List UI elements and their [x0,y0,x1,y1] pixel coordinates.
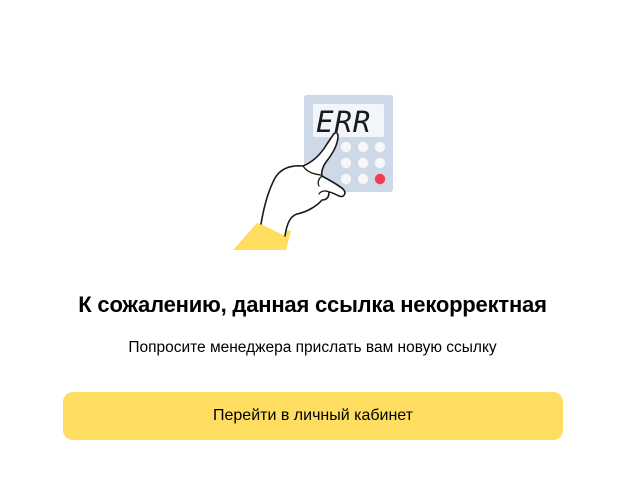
go-to-account-button[interactable]: Перейти в личный кабинет [63,392,563,440]
page-title: К сожалению, данная ссылка некорректная [78,292,547,317]
calculator-error-illustration: ERR [225,88,400,258]
calculator-error-icon: ERR [233,95,393,250]
calculator-display-text: ERR [316,105,371,139]
calculator-keys [340,141,386,185]
pointing-hand-shape [260,132,346,237]
calculator-red-key [374,173,386,185]
page-subtitle: Попросите менеджера прислать вам новую с… [128,339,497,356]
